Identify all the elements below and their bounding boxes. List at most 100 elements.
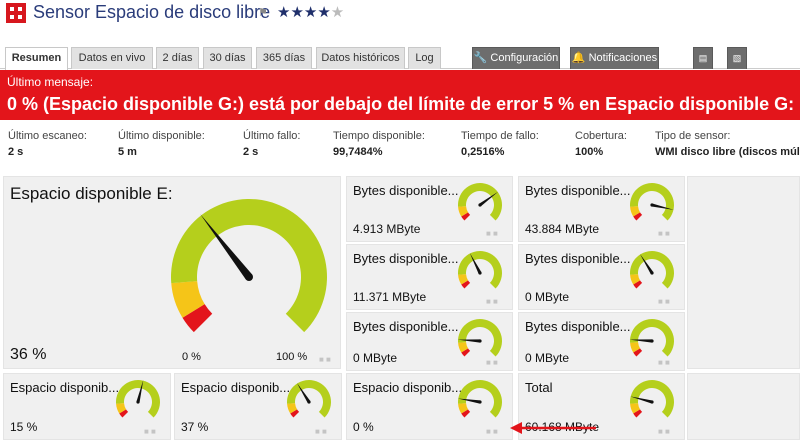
priority-stars[interactable]: ★★★★★ [277,3,344,21]
stat-tiempo-de-fallo: Tiempo de fallo: 0,2516% [461,130,539,158]
gauge-title: Bytes disponible... [525,183,631,198]
tab-log[interactable]: Log [408,47,441,69]
gauge-tools-icon[interactable]: ■ ■ [486,297,498,306]
annotation-arrow-icon [510,422,596,434]
stat-key: Tiempo disponible: [333,130,425,142]
gauge-tools-icon[interactable]: ■ ■ [144,427,156,436]
gauge-panel[interactable]: Bytes disponible... 4.913 MByte ■ ■ [346,176,513,242]
gauge-tools-icon[interactable]: ■ ■ [658,297,670,306]
tab-bar: Resumen Datos en vivo 2 días 30 días 365… [0,47,800,70]
stat-key: Último disponible: [118,130,205,142]
tab-resumen[interactable]: Resumen [5,47,68,70]
tab-datos-historicos[interactable]: Datos históricos [316,47,405,69]
mini-gauge [458,183,502,221]
stars-empty[interactable]: ★ [331,4,344,21]
gauge-title: Bytes disponible... [353,183,459,198]
gauge-tools-icon[interactable]: ■ ■ [486,358,498,367]
gauge-tools-icon[interactable]: ■ ■ [486,229,498,238]
gauge-title: Espacio disponible E: [10,184,173,203]
stat-tipo-de-sensor: Tipo de sensor: WMI disco libre (discos … [655,130,800,158]
mini-gauge [630,183,674,221]
gauge-title: Bytes disponible... [353,319,459,334]
gauge-value: 43.884 MByte [525,222,600,236]
tab-notificaciones[interactable]: 🔔 Notificaciones [570,47,659,69]
comment-icon: ▤ [698,53,708,63]
stat-key: Tiempo de fallo: [461,130,539,142]
last-message-label: Último mensaje: [7,75,94,89]
last-message-text: 0 % (Espacio disponible G:) está por deb… [7,94,795,114]
gauge-tools-icon[interactable]: ■ ■ [658,229,670,238]
gauge-panel[interactable]: Bytes disponible... 43.884 MByte ■ ■ [518,176,685,242]
gauge-panel[interactable]: Bytes disponible... 11.371 MByte ■ ■ [346,244,513,310]
tab-2-dias[interactable]: 2 días [156,47,199,69]
stat-key: Cobertura: [575,130,627,142]
comments-button[interactable]: ▤ [693,47,713,69]
stat-value: 2 s [8,146,24,158]
gauge-value: 11.371 MByte [353,290,427,304]
gauge-panel[interactable]: Bytes disponible... 0 MByte ■ ■ [346,312,513,371]
gauge-tools-icon[interactable]: ■ ■ [319,355,331,364]
gauge-value: 36 % [10,346,47,363]
mini-gauge [630,380,674,418]
tab-30-dias[interactable]: 30 días [203,47,252,69]
empty-tile [687,176,800,369]
tab-configuracion-label: Configuración [490,52,559,64]
gauge-value: 0 % [353,420,374,434]
main-gauge [171,199,327,333]
gauge-title: Bytes disponible... [525,319,631,334]
history-button[interactable]: ▧ [727,47,747,69]
mini-gauge [458,251,502,289]
gauge-panel[interactable]: Espacio disponib... 0 % ■ ■ [346,373,513,440]
prtg-logo-icon [6,3,26,23]
tab-configuracion[interactable]: 🔧 Configuración [472,47,560,69]
stat-ultimo-fallo: Último fallo: 2 s [243,130,300,158]
stars-filled[interactable]: ★★★★ [277,4,331,21]
mini-gauge [116,380,160,418]
gauge-title: Espacio disponib... [10,380,120,395]
gauge-panel[interactable]: Bytes disponible... 0 MByte ■ ■ [518,312,685,371]
wrench-icon: 🔧 [473,52,488,64]
gauge-value: 15 % [10,420,38,434]
gauge-value: 4.913 MByte [353,222,421,236]
gauge-panel[interactable]: Espacio disponib... 15 % ■ ■ [3,373,171,440]
gauge-tools-icon[interactable]: ■ ■ [486,427,498,436]
gauge-panel[interactable]: Espacio disponib... 37 % ■ ■ [174,373,342,440]
gauge-value: 37 % [181,420,209,434]
tab-datos-en-vivo[interactable]: Datos en vivo [71,47,153,69]
mini-gauge [630,251,674,289]
stat-value: WMI disco libre (discos múltiples) [655,146,800,158]
stat-value: 5 m [118,146,137,158]
mini-gauge [287,380,331,418]
page-header: Sensor Espacio de disco libre ⚑ ★★★★★ [0,0,800,26]
mini-gauge [457,380,502,418]
stat-value: 100% [575,146,604,158]
stat-key: Último fallo: [243,130,301,142]
gauge-value: 0 MByte [353,351,398,365]
gauge-title: Bytes disponible... [525,251,631,266]
gauge-value: 0 MByte [525,290,570,304]
stat-key: Último escaneo: [8,130,87,142]
sensor-stats: Último escaneo: 2 s Último disponible: 5… [0,130,800,172]
bell-icon: 🔔 [571,52,586,64]
gauge-value: 0 MByte [525,351,570,365]
stat-value: 99,7484% [333,146,383,158]
gauge-panel[interactable]: Bytes disponible... 0 MByte ■ ■ [518,244,685,310]
stat-value: 0,2516% [461,146,505,158]
gauge-title: Bytes disponible... [353,251,459,266]
last-message-banner: Último mensaje: 0 % (Espacio disponible … [0,70,800,120]
mini-gauge [629,319,674,357]
gauge-max-label: 100 % [276,351,308,363]
gauge-panel-main[interactable]: Espacio disponible E: 36 % 0 % 100 % ■ ■ [3,176,341,369]
flag-icon[interactable]: ⚑ [258,6,268,19]
gauge-tools-icon[interactable]: ■ ■ [658,427,670,436]
stat-value: 2 s [243,146,259,158]
page-title: Sensor Espacio de disco libre [33,2,271,22]
book-icon: ▧ [732,53,742,63]
tab-365-dias[interactable]: 365 días [256,47,312,69]
gauge-tools-icon[interactable]: ■ ■ [315,427,327,436]
gauge-title: Total [525,380,553,395]
stat-tiempo-disponible: Tiempo disponible: 99,7484% [333,130,425,158]
gauge-tools-icon[interactable]: ■ ■ [658,358,670,367]
stat-key: Tipo de sensor: [655,130,731,142]
stat-ultimo-escaneo: Último escaneo: 2 s [8,130,87,158]
